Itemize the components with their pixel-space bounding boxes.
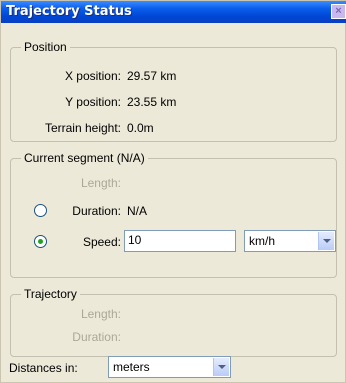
speed-unit-value: km/h (249, 234, 276, 248)
y-position-label: Y position: (65, 95, 121, 109)
speed-input[interactable]: 10 (124, 230, 236, 252)
terrain-height-label: Terrain height: (44, 121, 121, 135)
chevron-down-icon[interactable] (213, 358, 229, 376)
speed-label: Speed: (82, 235, 121, 249)
trajectory-group-title: Trajectory (21, 287, 80, 301)
distances-unit-value: meters (113, 360, 150, 374)
distances-label: Distances in: (9, 361, 78, 375)
current-segment-group-title: Current segment (N/A) (21, 151, 148, 165)
terrain-height-value: 0.0m (127, 121, 154, 135)
speed-unit-select[interactable]: km/h (244, 230, 336, 252)
x-position-label: X position: (64, 69, 121, 83)
speed-value: 10 (128, 233, 142, 247)
trajectory-status-window: Trajectory Status × Position X position:… (0, 0, 346, 383)
trajectory-length-label: Length: (80, 307, 121, 321)
segment-duration-value: N/A (127, 204, 148, 218)
segment-duration-label: Duration: (72, 204, 121, 218)
y-position-value: 23.55 km (127, 95, 177, 109)
close-button[interactable]: × (331, 4, 346, 19)
trajectory-group: Trajectory (10, 287, 337, 357)
segment-length-label: Length: (80, 176, 121, 190)
trajectory-duration-label: Duration: (72, 330, 121, 344)
x-position-value: 29.57 km (127, 69, 177, 83)
distances-unit-select[interactable]: meters (108, 356, 231, 378)
close-icon: × (335, 5, 342, 17)
title-bar[interactable]: Trajectory Status × (1, 1, 346, 23)
chevron-down-icon[interactable] (318, 232, 334, 250)
position-group-title: Position (21, 40, 70, 54)
window-title: Trajectory Status (6, 4, 132, 19)
